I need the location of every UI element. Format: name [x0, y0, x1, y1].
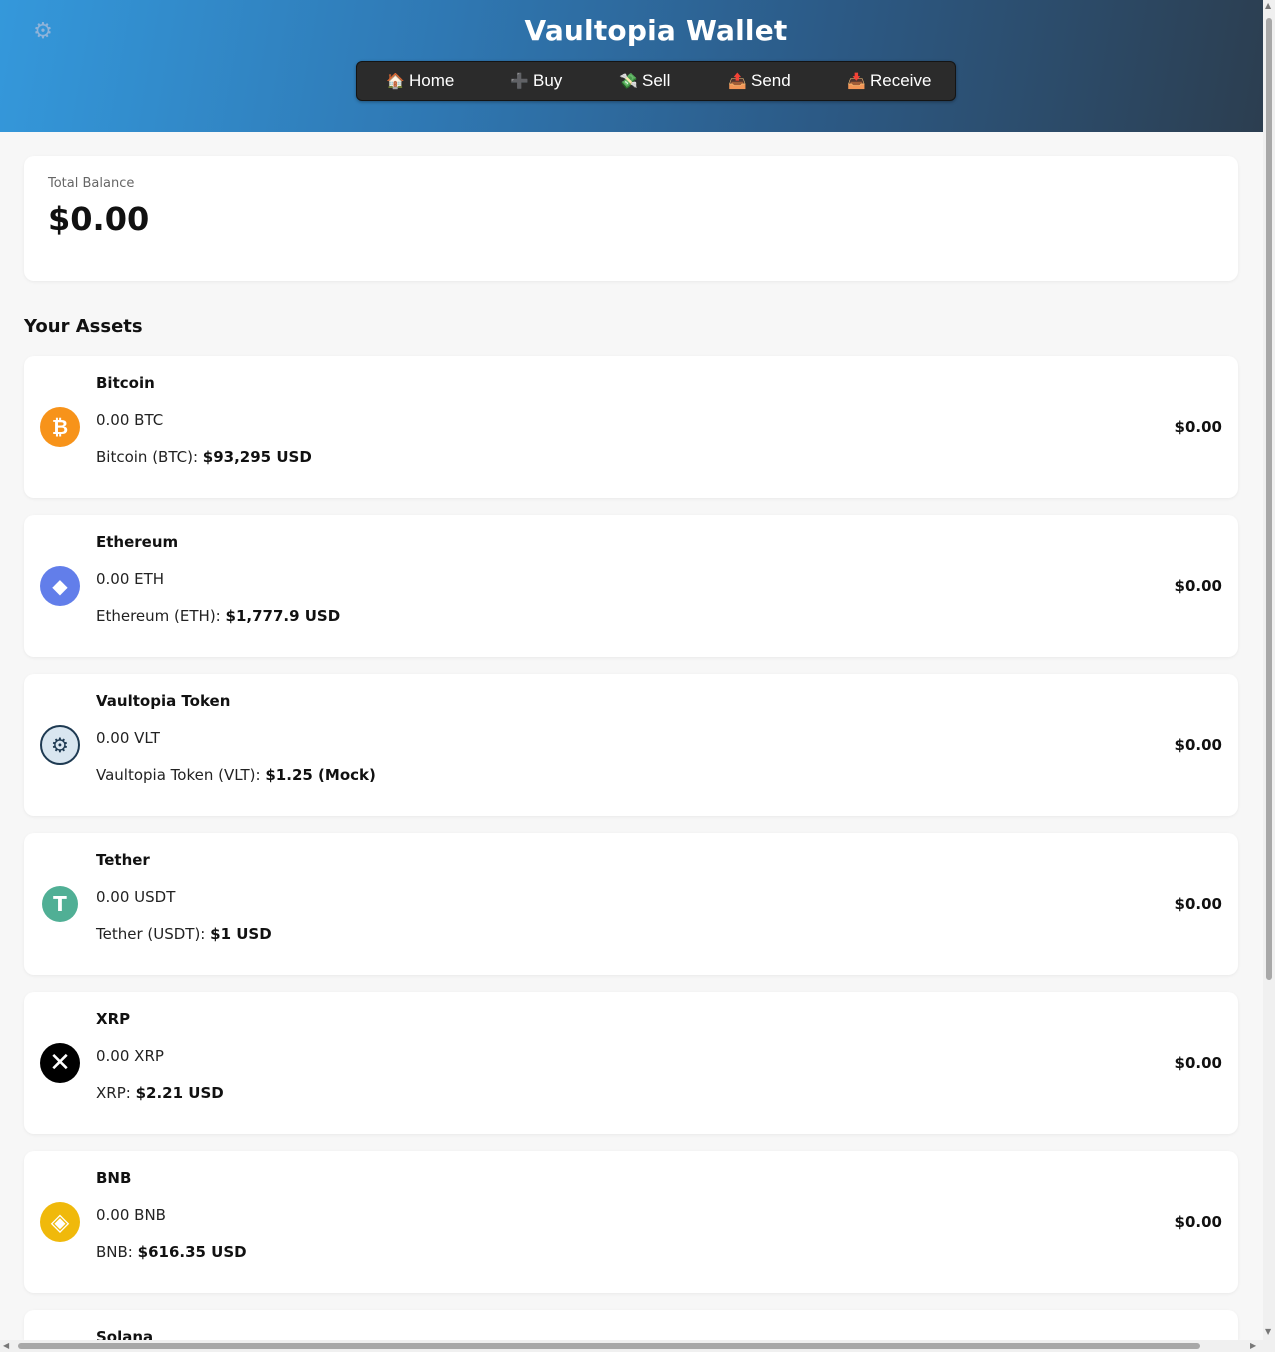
vault-icon: ⚙	[40, 725, 80, 765]
asset-price-label: Vaultopia Token (VLT):	[96, 766, 261, 784]
nav-receive[interactable]: 📥 Receive	[847, 62, 931, 100]
vertical-scrollbar[interactable]: ▲ ▼	[1263, 0, 1275, 1340]
tether-icon: T	[42, 886, 78, 922]
asset-price-value: $2.21 USD	[135, 1084, 224, 1102]
asset-value: $0.00	[1174, 1213, 1222, 1231]
asset-card-bnb[interactable]: ◈ BNB 0.00 BNB BNB: $616.35 USD $0.00	[24, 1151, 1238, 1293]
asset-card-tether[interactable]: T Tether 0.00 USDT Tether (USDT): $1 USD…	[24, 833, 1238, 975]
nav-send[interactable]: 📤 Send	[728, 62, 791, 100]
app-header: ⚙ Vaultopia Wallet 🏠 Home ➕ Buy 💸 Sell 📤 Sen…	[0, 0, 1263, 132]
asset-name: Vaultopia Token	[96, 692, 231, 710]
asset-amount: 0.00 USDT	[96, 888, 176, 906]
nav-buy[interactable]: ➕ Buy	[510, 62, 562, 100]
vertical-scroll-thumb[interactable]	[1266, 18, 1272, 980]
asset-price-label: Tether (USDT):	[96, 925, 206, 943]
asset-price: XRP: $2.21 USD	[96, 1084, 224, 1102]
nav-home[interactable]: 🏠 Home	[386, 62, 454, 100]
asset-card-vaultopia-token[interactable]: ⚙ Vaultopia Token 0.00 VLT Vaultopia Tok…	[24, 674, 1238, 816]
asset-price-value: $1.25 (Mock)	[265, 766, 376, 784]
asset-card-xrp[interactable]: ✕ XRP 0.00 XRP XRP: $2.21 USD $0.00	[24, 992, 1238, 1134]
asset-card-solana[interactable]: Solana	[24, 1310, 1238, 1346]
asset-value: $0.00	[1174, 1054, 1222, 1072]
asset-price-label: BNB:	[96, 1243, 133, 1261]
bnb-icon: ◈	[40, 1202, 80, 1242]
asset-price: Ethereum (ETH): $1,777.9 USD	[96, 607, 340, 625]
balance-card: Total Balance $0.00	[24, 156, 1238, 281]
balance-value: $0.00	[48, 200, 150, 238]
nav-buy-label: Buy	[533, 71, 563, 90]
horizontal-scroll-thumb[interactable]	[18, 1343, 1200, 1349]
asset-card-ethereum[interactable]: ◆ Ethereum 0.00 ETH Ethereum (ETH): $1,7…	[24, 515, 1238, 657]
plus-icon: ➕	[510, 73, 529, 90]
xrp-icon: ✕	[40, 1043, 80, 1083]
assets-heading: Your Assets	[24, 316, 143, 337]
asset-price: BNB: $616.35 USD	[96, 1243, 247, 1261]
nav-send-label: Send	[751, 71, 791, 90]
ethereum-icon: ◆	[40, 566, 80, 606]
asset-amount: 0.00 ETH	[96, 570, 165, 588]
scroll-down-arrow-icon[interactable]: ▼	[1265, 1328, 1271, 1336]
asset-price: Bitcoin (BTC): $93,295 USD	[96, 448, 312, 466]
asset-price-label: XRP:	[96, 1084, 131, 1102]
balance-label: Total Balance	[48, 176, 135, 191]
asset-price: Vaultopia Token (VLT): $1.25 (Mock)	[96, 766, 376, 784]
asset-price-label: Bitcoin (BTC):	[96, 448, 199, 466]
asset-name: Bitcoin	[96, 374, 155, 392]
scroll-right-arrow-icon[interactable]: ▶	[1250, 1342, 1256, 1350]
asset-price-value: $616.35 USD	[137, 1243, 247, 1261]
asset-name: Tether	[96, 851, 150, 869]
scrollbar-corner	[1263, 1340, 1275, 1352]
asset-value: $0.00	[1174, 736, 1222, 754]
bitcoin-icon: ₿	[40, 407, 80, 447]
horizontal-scrollbar[interactable]: ◀ ▶	[0, 1340, 1263, 1352]
asset-amount: 0.00 VLT	[96, 729, 160, 747]
asset-name: XRP	[96, 1010, 131, 1028]
asset-price-value: $1 USD	[210, 925, 272, 943]
asset-price: Tether (USDT): $1 USD	[96, 925, 272, 943]
main-nav: 🏠 Home ➕ Buy 💸 Sell 📤 Send 📥 Receive	[356, 61, 956, 101]
nav-sell-label: Sell	[642, 71, 671, 90]
nav-receive-label: Receive	[870, 71, 932, 90]
asset-value: $0.00	[1174, 577, 1222, 595]
asset-value: $0.00	[1174, 895, 1222, 913]
asset-price-label: Ethereum (ETH):	[96, 607, 221, 625]
asset-amount: 0.00 XRP	[96, 1047, 164, 1065]
asset-name: BNB	[96, 1169, 132, 1187]
app-title: Vaultopia Wallet	[524, 14, 788, 47]
asset-card-bitcoin[interactable]: ₿ Bitcoin 0.00 BTC Bitcoin (BTC): $93,29…	[24, 356, 1238, 498]
scroll-up-arrow-icon[interactable]: ▲	[1265, 2, 1271, 10]
nav-sell[interactable]: 💸 Sell	[619, 62, 670, 100]
outbox-icon: 📤	[728, 73, 747, 90]
inbox-icon: 📥	[847, 73, 866, 90]
asset-amount: 0.00 BTC	[96, 411, 164, 429]
asset-price-value: $1,777.9 USD	[225, 607, 341, 625]
asset-value: $0.00	[1174, 418, 1222, 436]
house-icon: 🏠	[386, 73, 405, 90]
asset-name: Ethereum	[96, 533, 179, 551]
nav-home-label: Home	[409, 71, 455, 90]
asset-price-value: $93,295 USD	[202, 448, 312, 466]
money-wings-icon: 💸	[619, 73, 638, 90]
scroll-left-arrow-icon[interactable]: ◀	[3, 1342, 9, 1350]
asset-amount: 0.00 BNB	[96, 1206, 166, 1224]
